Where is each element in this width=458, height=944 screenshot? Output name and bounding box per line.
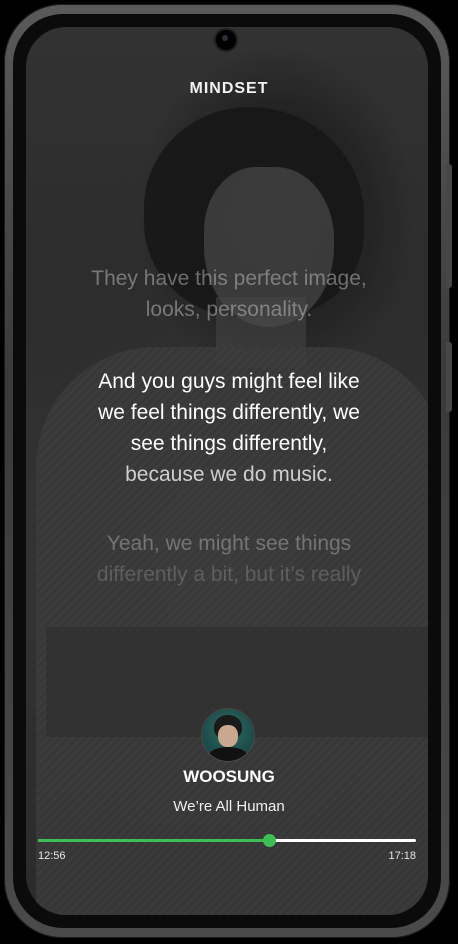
song-title: We’re All Human [173,798,285,815]
lyric-past[interactable]: They have this perfect image, looks, per… [40,263,418,325]
lyric-line: differently a bit, but it’s really [96,563,362,586]
lyric-next[interactable]: Yeah, we might see things differently a … [40,528,418,590]
power-button [446,342,452,412]
artist-avatar[interactable] [202,709,254,761]
volume-button [446,164,452,288]
lyric-current[interactable]: And you guys might feel like we feel thi… [40,366,418,490]
lyric-line: because we do music. [125,463,333,486]
lyric-line: see things differently, [130,432,328,455]
artist-name[interactable]: WOOSUNG [0,767,458,787]
lyric-line: They have this perfect image, [91,267,367,290]
front-camera-icon [216,30,236,50]
lyric-line: And you guys might feel like [98,370,360,393]
progress-fill [38,839,269,842]
lyric-line: we feel things differently, we [98,401,360,424]
lyric-line: looks, personality. [145,298,313,321]
total-time: 17:18 [388,850,416,862]
avatar-body [208,747,248,761]
progress-bar[interactable] [38,834,416,847]
elapsed-time: 12:56 [38,850,66,862]
lyric-line: Yeah, we might see things [106,532,352,555]
avatar-face [218,725,238,747]
progress-thumb[interactable] [262,834,276,847]
app-title: MINDSET [189,80,269,97]
